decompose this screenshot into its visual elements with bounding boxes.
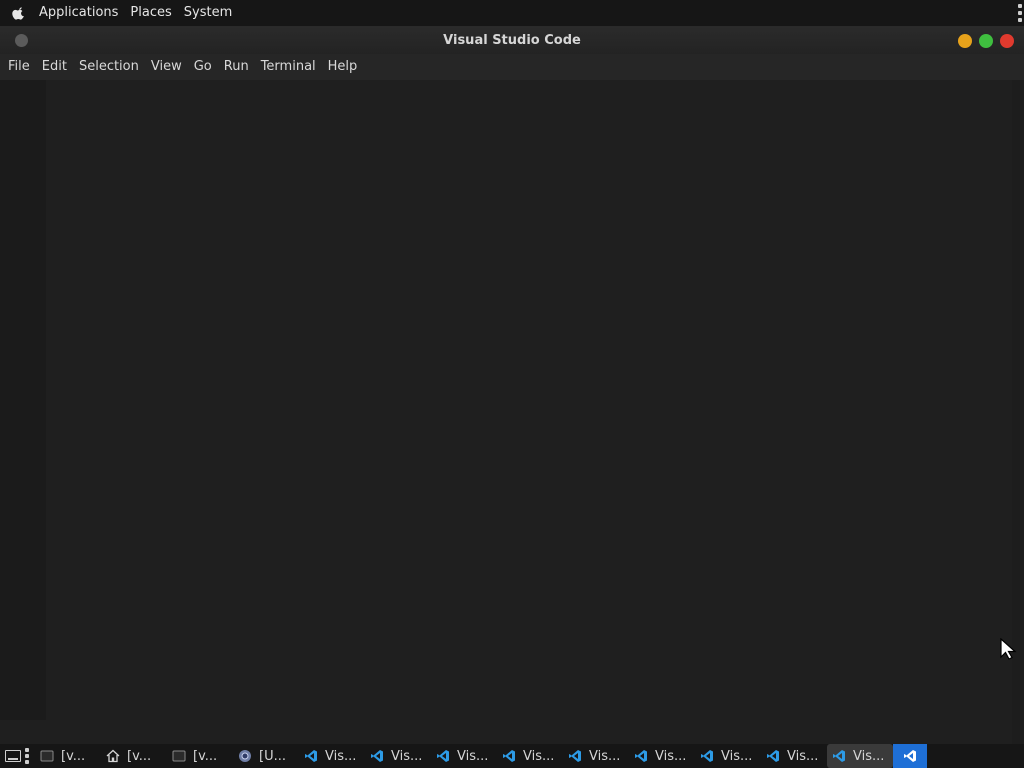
taskbar-item-label: Vis... <box>853 748 885 764</box>
taskbar-item-label: Vis... <box>523 748 555 764</box>
vscode-icon <box>831 748 847 764</box>
taskbar-item-vscode-pinned[interactable] <box>893 744 927 768</box>
vscode-icon <box>765 748 781 764</box>
taskbar-item[interactable]: Vis... <box>563 744 629 768</box>
menu-run[interactable]: Run <box>218 54 255 80</box>
taskbar-item[interactable]: [v... <box>101 744 167 768</box>
window-menu-button[interactable] <box>15 34 28 47</box>
menu-edit[interactable]: Edit <box>36 54 73 80</box>
taskbar-item[interactable]: Vis... <box>629 744 695 768</box>
panel-handle-icon[interactable] <box>1018 4 1022 22</box>
window-titlebar[interactable]: Visual Studio Code <box>0 27 1024 54</box>
vscode-icon <box>567 748 583 764</box>
taskbar-item-label: [v... <box>193 748 218 764</box>
apple-logo-icon[interactable] <box>12 6 26 20</box>
home-folder-icon <box>105 748 121 764</box>
menu-selection[interactable]: Selection <box>73 54 145 80</box>
show-desktop-icon[interactable] <box>5 750 21 762</box>
vscode-icon <box>501 748 517 764</box>
vscode-icon <box>699 748 715 764</box>
taskbar-item-label: Vis... <box>325 748 357 764</box>
taskbar-item-label: Vis... <box>457 748 489 764</box>
top-panel: Applications Places System <box>0 0 1024 26</box>
vscode-icon <box>369 748 385 764</box>
taskbar-handle-icon[interactable] <box>25 748 29 764</box>
mouse-pointer-icon <box>1000 637 1018 660</box>
taskbar-item-label: Vis... <box>787 748 819 764</box>
taskbar-item-label: [v... <box>127 748 152 764</box>
taskbar-item-label: [U... <box>259 748 286 764</box>
vscode-window: Visual Studio Code File Edit Selection V… <box>0 26 1024 745</box>
minimize-button[interactable] <box>958 34 972 48</box>
taskbar-item-label: [v... <box>61 748 86 764</box>
menu-file[interactable]: File <box>2 54 36 80</box>
close-button[interactable] <box>1000 34 1014 48</box>
taskbar: [v... [v... [v... [U... Vis... Vis... Vi… <box>0 744 1024 768</box>
terminal-icon <box>171 748 187 764</box>
menubar: File Edit Selection View Go Run Terminal… <box>0 54 1024 80</box>
taskbar-item-label: Vis... <box>391 748 423 764</box>
taskbar-item[interactable]: Vis... <box>299 744 365 768</box>
menu-terminal[interactable]: Terminal <box>255 54 322 80</box>
terminal-icon <box>39 748 55 764</box>
taskbar-item-label: Vis... <box>721 748 753 764</box>
applications-menu[interactable]: Applications <box>33 0 124 26</box>
vscode-icon <box>902 748 918 764</box>
taskbar-item[interactable]: Vis... <box>695 744 761 768</box>
taskbar-item[interactable]: Vis... <box>761 744 827 768</box>
taskbar-item-active[interactable]: Vis... <box>827 744 893 768</box>
editor-area[interactable] <box>0 80 1024 745</box>
places-menu[interactable]: Places <box>124 0 177 26</box>
window-title: Visual Studio Code <box>443 33 581 48</box>
vscode-icon <box>303 748 319 764</box>
taskbar-item[interactable]: Vis... <box>365 744 431 768</box>
taskbar-item-label: Vis... <box>655 748 687 764</box>
maximize-button[interactable] <box>979 34 993 48</box>
menu-go[interactable]: Go <box>188 54 218 80</box>
taskbar-item[interactable]: Vis... <box>431 744 497 768</box>
vscode-icon <box>435 748 451 764</box>
menu-help[interactable]: Help <box>322 54 364 80</box>
taskbar-item[interactable]: Vis... <box>497 744 563 768</box>
taskbar-item[interactable]: [v... <box>167 744 233 768</box>
taskbar-item[interactable]: [v... <box>35 744 101 768</box>
vscode-icon <box>633 748 649 764</box>
activity-bar[interactable] <box>0 80 46 720</box>
menu-view[interactable]: View <box>145 54 188 80</box>
taskbar-item[interactable]: [U... <box>233 744 299 768</box>
chrome-icon <box>237 748 253 764</box>
system-menu[interactable]: System <box>178 0 238 26</box>
taskbar-item-label: Vis... <box>589 748 621 764</box>
